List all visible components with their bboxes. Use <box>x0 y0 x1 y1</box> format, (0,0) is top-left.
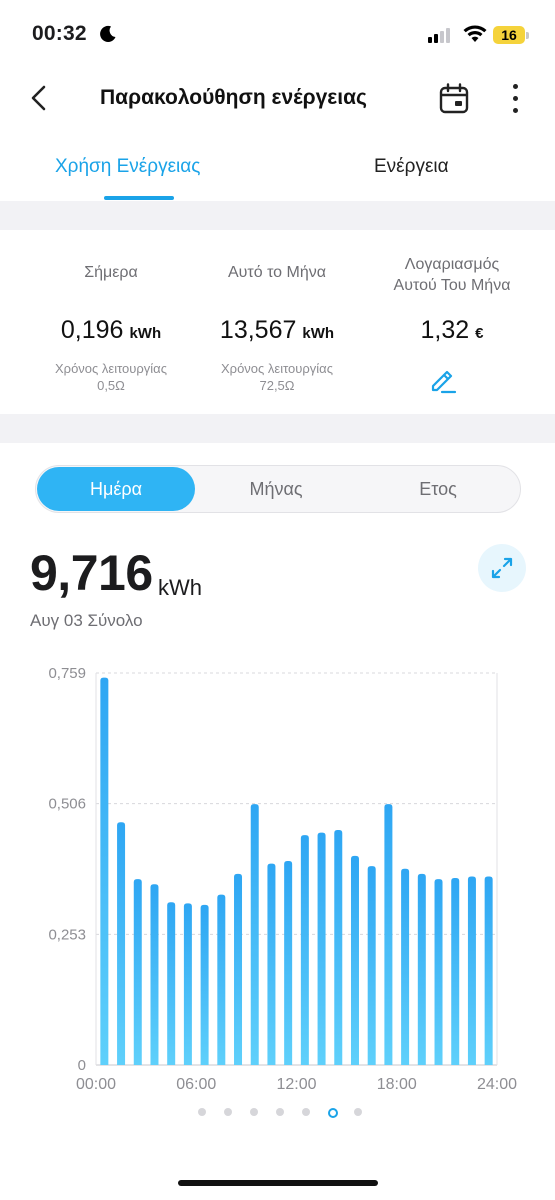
bar-00:00 <box>100 677 109 1065</box>
tab-energy[interactable]: Ενέργεια <box>374 156 449 178</box>
pager-dot[interactable] <box>250 1108 258 1116</box>
bar-12:00 <box>300 835 309 1065</box>
bar-03:00 <box>150 884 159 1065</box>
bar-22:00 <box>467 876 476 1065</box>
chart-x-ticks: 00:00 06:00 12:00 18:00 24:00 <box>76 1076 517 1093</box>
section-divider <box>0 201 555 230</box>
moon-icon <box>100 25 116 42</box>
bill-label: Λογαριασμός Αυτού Του Μήνα <box>372 254 532 296</box>
bar-15:00 <box>350 855 359 1065</box>
pager-dot[interactable] <box>276 1108 284 1116</box>
pager-dot[interactable] <box>198 1108 206 1116</box>
battery-icon: 16 <box>493 26 525 44</box>
chart-bars <box>100 677 493 1065</box>
y-tick-label: 0,759 <box>48 665 86 682</box>
pager-dot[interactable] <box>354 1108 362 1116</box>
y-tick-label: 0 <box>78 1057 86 1074</box>
month-value-number: 13,567 <box>219 316 297 344</box>
bar-09:00 <box>250 804 259 1065</box>
bill-value-number: 1,32 <box>420 316 470 344</box>
x-tick-label: 00:00 <box>76 1076 116 1093</box>
section-divider-2 <box>0 414 555 443</box>
bar-02:00 <box>133 879 142 1065</box>
expand-chart-button[interactable] <box>478 544 526 592</box>
x-tick-label: 06:00 <box>176 1076 216 1093</box>
bar-06:00 <box>200 904 209 1065</box>
pager-dot-active[interactable] <box>328 1108 338 1118</box>
total-date-label: Αυγ 03 Σύνολο <box>30 611 143 630</box>
bar-11:00 <box>284 860 293 1065</box>
total-energy-value: 9,716 <box>30 545 153 601</box>
bar-07:00 <box>217 894 226 1065</box>
bar-19:00 <box>417 873 426 1065</box>
bar-01:00 <box>117 822 126 1065</box>
bill-label-line1: Λογαριασμός <box>404 256 500 273</box>
expand-icon <box>491 557 513 579</box>
today-value: 0,196 kWh <box>36 316 186 345</box>
bar-08:00 <box>234 873 243 1065</box>
bar-10:00 <box>267 863 276 1065</box>
chart-y-ticks: 0,759 0,506 0,253 0 <box>48 665 86 1074</box>
month-value-unit: kWh <box>302 325 335 342</box>
signal-icon <box>428 27 454 43</box>
period-year-button[interactable]: Ετος <box>358 467 518 511</box>
bar-04:00 <box>167 902 176 1065</box>
page-title: Παρακολούθηση ενέργειας <box>100 86 367 109</box>
back-arrow-icon[interactable] <box>26 82 56 114</box>
today-label: Σήμερα <box>84 264 138 281</box>
today-runtime: Χρόνος λειτουργίας 0,5Ω <box>36 360 186 394</box>
bar-17:00 <box>384 804 393 1065</box>
total-energy-unit: kWh <box>158 575 202 600</box>
period-day-button[interactable]: Ημέρα <box>37 467 195 511</box>
x-tick-label: 24:00 <box>477 1076 517 1093</box>
hourly-energy-chart: 0,759 0,506 0,253 0 00:00 06:00 12:00 18:00 24:… <box>48 665 517 1093</box>
bar-05:00 <box>183 903 192 1065</box>
y-tick-label: 0,506 <box>48 796 86 813</box>
bar-13:00 <box>317 832 326 1065</box>
bar-14:00 <box>334 830 343 1065</box>
x-tick-label: 18:00 <box>377 1076 417 1093</box>
y-tick-label: 0,253 <box>48 926 86 943</box>
edit-pencil-icon[interactable] <box>428 364 458 394</box>
active-tab-indicator <box>104 196 174 200</box>
today-value-unit: kWh <box>129 325 162 342</box>
pager-dot[interactable] <box>224 1108 232 1116</box>
tab-energy-usage[interactable]: Χρήση Ενέργειας <box>55 156 200 178</box>
month-label: Αυτό το Μήνα <box>228 264 326 281</box>
month-value: 13,567 kWh <box>202 316 352 345</box>
calendar-icon[interactable] <box>437 82 471 116</box>
home-indicator <box>178 1180 378 1186</box>
battery-tip <box>526 32 529 39</box>
bar-23:00 <box>484 876 493 1065</box>
bar-20:00 <box>434 879 443 1065</box>
today-runtime-label: Χρόνος λειτουργίας <box>55 361 167 376</box>
bill-value-unit: € <box>475 325 484 342</box>
status-time: 00:32 <box>32 22 87 45</box>
bar-16:00 <box>367 866 376 1065</box>
bar-21:00 <box>451 878 460 1065</box>
x-tick-label: 12:00 <box>276 1076 316 1093</box>
today-runtime-value: 0,5Ω <box>97 378 125 393</box>
bar-18:00 <box>401 868 410 1065</box>
more-menu-icon[interactable] <box>503 82 529 116</box>
wifi-icon <box>463 25 487 42</box>
bill-value: 1,32 € <box>372 316 532 345</box>
today-value-number: 0,196 <box>60 316 124 344</box>
period-month-button[interactable]: Μήνας <box>197 467 355 511</box>
pager-dot[interactable] <box>302 1108 310 1116</box>
bill-label-line2: Αυτού Του Μήνα <box>393 277 511 294</box>
month-runtime-value: 72,5Ω <box>259 378 295 393</box>
month-runtime: Χρόνος λειτουργίας 72,5Ω <box>202 360 352 394</box>
month-runtime-label: Χρόνος λειτουργίας <box>221 361 333 376</box>
